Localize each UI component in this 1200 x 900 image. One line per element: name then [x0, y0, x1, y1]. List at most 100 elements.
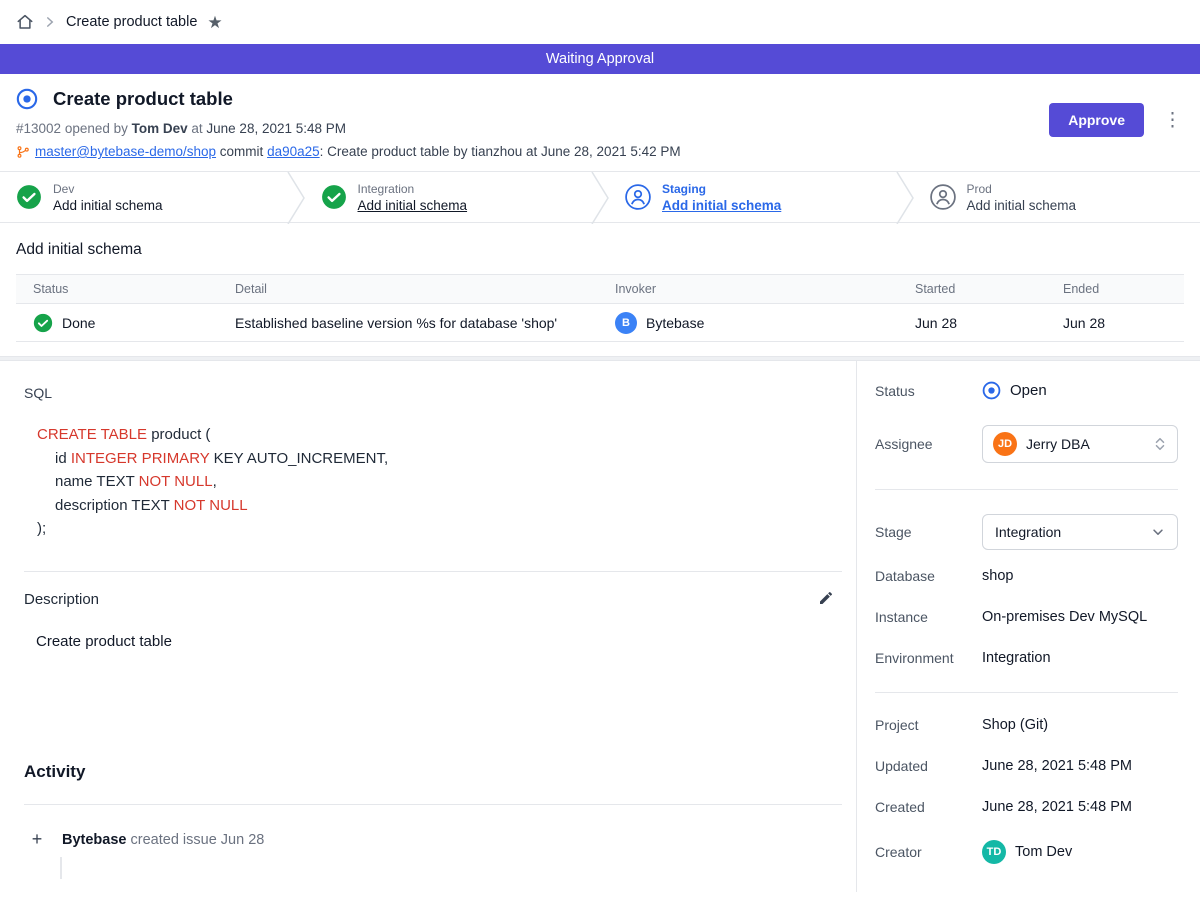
- status-row: Status Open: [875, 381, 1178, 400]
- timeline-line: [60, 857, 62, 879]
- plus-icon: +: [24, 827, 50, 853]
- created-label: Created: [875, 799, 982, 815]
- stage-row: Stage Integration: [875, 514, 1178, 550]
- status-cell: Done: [33, 313, 235, 333]
- divider: [24, 804, 842, 805]
- commit-repo-link[interactable]: master@bytebase-demo/shop: [35, 144, 216, 159]
- stage-value: Integration: [995, 524, 1061, 540]
- assignee-dropdown[interactable]: JD Jerry DBA: [982, 425, 1178, 463]
- git-commit-icon: [16, 145, 30, 159]
- issue-detail-panel: SQL CREATE TABLE product ( id INTEGER PR…: [0, 361, 857, 892]
- updated-label: Updated: [875, 758, 982, 774]
- check-circle-icon: [321, 184, 347, 210]
- edit-description-button[interactable]: [816, 588, 836, 611]
- created-value: June 28, 2021 5:48 PM: [982, 799, 1178, 815]
- sql-line: );: [37, 517, 842, 541]
- breadcrumb-title[interactable]: Create product table: [66, 14, 197, 30]
- environment-row: Environment Integration: [875, 650, 1178, 666]
- updown-chevron-icon: [1153, 436, 1167, 452]
- avatar: B: [615, 312, 637, 334]
- stage-name: Prod: [967, 182, 1077, 196]
- issue-header: Create product table #13002 opened by To…: [0, 74, 1200, 171]
- sql-line: name TEXT NOT NULL,: [37, 470, 842, 494]
- col-started: Started: [915, 282, 1063, 296]
- divider: [875, 692, 1178, 693]
- activity-item: + Bytebase created issue Jun 28: [24, 827, 842, 853]
- updated-value: June 28, 2021 5:48 PM: [982, 758, 1178, 774]
- database-label: Database: [875, 568, 982, 584]
- issue-id: #13002: [16, 121, 61, 136]
- table-row[interactable]: Done Established baseline version %s for…: [16, 304, 1184, 342]
- environment-label: Environment: [875, 650, 982, 666]
- chevron-right-icon: [44, 16, 56, 28]
- chevron-down-icon: [1151, 525, 1165, 539]
- assignee-row: Assignee JD Jerry DBA: [875, 425, 1178, 463]
- star-icon[interactable]: ★: [207, 14, 222, 31]
- issue-sidebar: Status Open Assignee JD Jerry DBA Stage: [857, 361, 1200, 892]
- stage-separator: [287, 172, 305, 224]
- status-banner-text: Waiting Approval: [546, 51, 654, 67]
- approve-button[interactable]: Approve: [1049, 103, 1144, 137]
- updated-row: Updated June 28, 2021 5:48 PM: [875, 758, 1178, 774]
- assignee-label: Assignee: [875, 436, 982, 452]
- commit-hash-link[interactable]: da90a25: [267, 144, 320, 159]
- pipeline: Dev Add initial schema Integration Add i…: [0, 171, 1200, 223]
- col-status: Status: [33, 282, 235, 296]
- person-circle-icon: [625, 184, 651, 210]
- stage-task: Add initial schema: [358, 198, 468, 213]
- task-table-header: Status Detail Invoker Started Ended: [16, 274, 1184, 304]
- database-row: Database shop: [875, 568, 1178, 584]
- breadcrumb: Create product table ★: [0, 0, 1200, 44]
- stage-name: Dev: [53, 182, 163, 196]
- task-section: Add initial schema Status Detail Invoker…: [0, 223, 1200, 356]
- description-text: Create product table: [24, 633, 842, 650]
- activity-date: Jun 28: [221, 832, 265, 848]
- status-value: Open: [1010, 382, 1047, 399]
- stage-name: Integration: [358, 182, 468, 196]
- stage-task: Add initial schema: [967, 198, 1077, 213]
- commit-row: master@bytebase-demo/shop commit da90a25…: [16, 144, 1184, 159]
- stage-separator: [896, 172, 914, 224]
- pipeline-stage-dev[interactable]: Dev Add initial schema: [0, 172, 287, 222]
- creator-label: Creator: [875, 844, 982, 860]
- person-circle-icon: [930, 184, 956, 210]
- pipeline-stage-staging[interactable]: Staging Add initial schema: [609, 172, 896, 222]
- project-row: Project Shop (Git): [875, 717, 1178, 733]
- creator-name: Tom Dev: [1015, 844, 1072, 860]
- check-circle-icon: [33, 313, 53, 333]
- stage-dropdown[interactable]: Integration: [982, 514, 1178, 550]
- instance-value: On-premises Dev MySQL: [982, 609, 1178, 625]
- issue-author: Tom Dev: [132, 121, 188, 136]
- task-table: Status Detail Invoker Started Ended Done…: [16, 274, 1184, 342]
- divider: [24, 571, 842, 572]
- stage-task: Add initial schema: [53, 198, 163, 213]
- created-row: Created June 28, 2021 5:48 PM: [875, 799, 1178, 815]
- stage-task: Add initial schema: [662, 198, 781, 213]
- sql-code: CREATE TABLE product ( id INTEGER PRIMAR…: [24, 423, 842, 541]
- activity-text: Bytebase created issue Jun 28: [62, 832, 264, 848]
- database-value: shop: [982, 568, 1178, 584]
- avatar: TD: [982, 840, 1006, 864]
- sql-line: id INTEGER PRIMARY KEY AUTO_INCREMENT,: [37, 447, 842, 471]
- instance-row: Instance On-premises Dev MySQL: [875, 609, 1178, 625]
- divider: [875, 489, 1178, 490]
- started-cell: Jun 28: [915, 315, 1063, 331]
- open-status-icon: [982, 381, 1001, 400]
- col-ended: Ended: [1063, 282, 1167, 296]
- avatar: JD: [993, 432, 1017, 456]
- commit-message: : Create product table by tianzhou at Ju…: [320, 144, 681, 159]
- col-invoker: Invoker: [615, 282, 915, 296]
- pipeline-stage-integration[interactable]: Integration Add initial schema: [305, 172, 592, 222]
- detail-cell: Established baseline version %s for data…: [235, 315, 615, 331]
- home-icon[interactable]: [16, 13, 34, 31]
- issue-meta: #13002 opened by Tom Dev at June 28, 202…: [16, 121, 1184, 136]
- kebab-menu-icon[interactable]: ⋮: [1159, 109, 1186, 132]
- col-detail: Detail: [235, 282, 615, 296]
- pipeline-stage-prod[interactable]: Prod Add initial schema: [914, 172, 1200, 222]
- stage-separator: [591, 172, 609, 224]
- creator-row: Creator TD Tom Dev: [875, 840, 1178, 864]
- stage-name: Staging: [662, 182, 781, 196]
- status-text: Done: [62, 315, 95, 331]
- issue-opened-date: June 28, 2021 5:48 PM: [206, 121, 346, 136]
- pencil-icon: [818, 590, 834, 606]
